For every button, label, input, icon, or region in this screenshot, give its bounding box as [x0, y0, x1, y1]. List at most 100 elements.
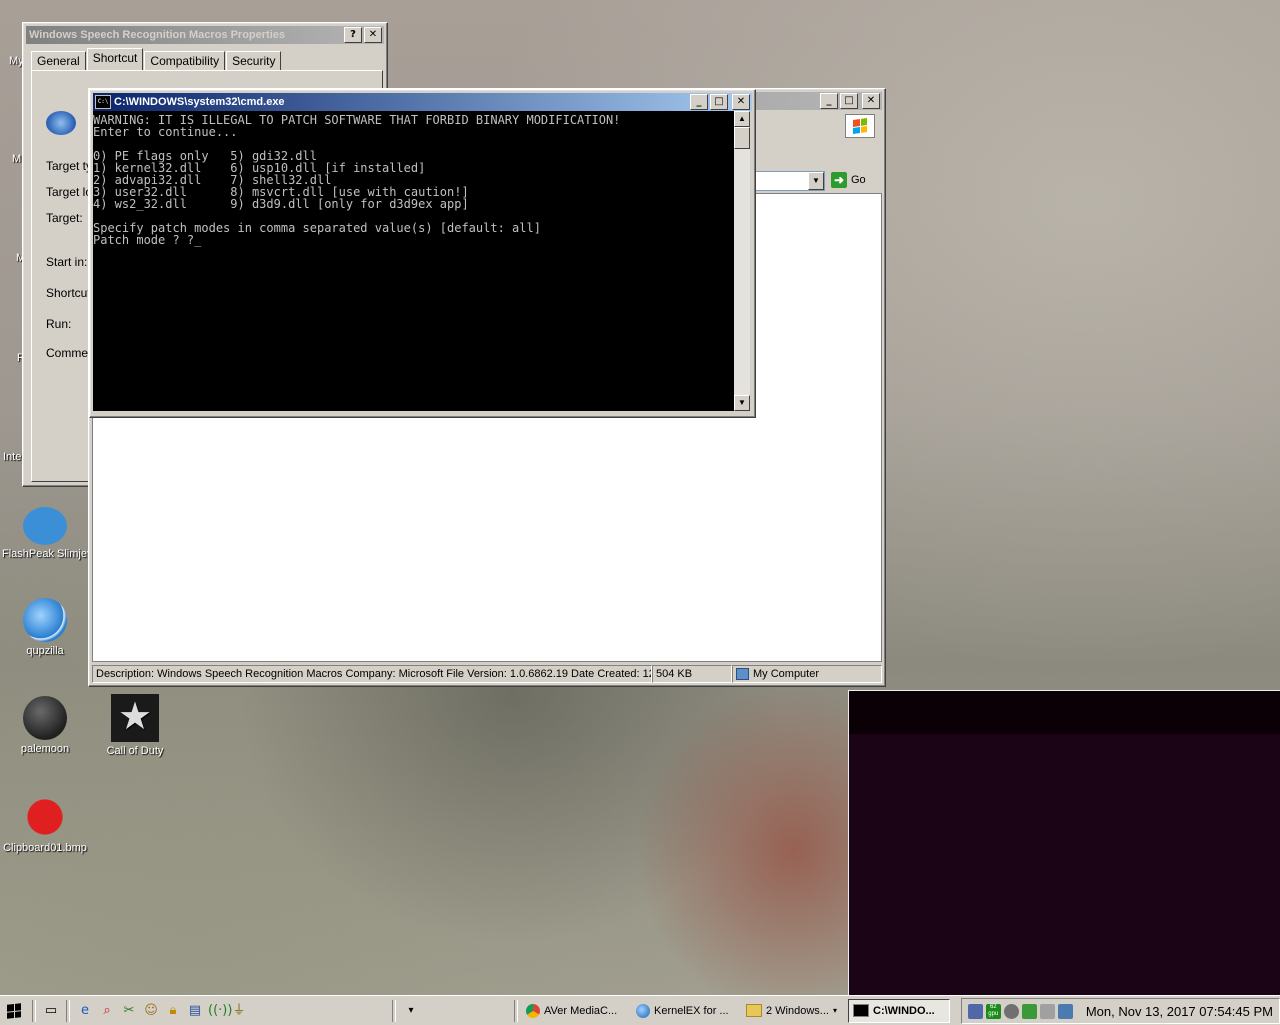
task-windows-group[interactable]: 2 Windows... ▾ — [742, 1000, 846, 1022]
status-zone-label: My Computer — [753, 668, 820, 680]
target-location-label: Target lo — [46, 185, 93, 199]
dark-window-pane[interactable] — [848, 690, 1280, 996]
close-button[interactable]: ✕ — [732, 94, 750, 110]
cmd-icon: C:\ — [95, 95, 111, 109]
help-button[interactable]: ? — [344, 27, 362, 43]
start-in-label: Start in: — [46, 255, 88, 269]
console-prompt[interactable]: Patch mode ? ?_ — [93, 234, 201, 246]
go-arrow-icon: ➜ — [831, 172, 847, 188]
shortcut-key-label: Shortcut — [46, 286, 91, 300]
target-label: Target: — [46, 211, 83, 225]
scroll-up-button[interactable]: ▲ — [734, 111, 750, 127]
status-size: 504 KB — [652, 665, 732, 683]
status-zone: My Computer — [732, 665, 882, 683]
taskbar-separator — [66, 999, 70, 1022]
security-icon[interactable] — [1021, 1003, 1037, 1019]
task-cmd[interactable]: C:\WINDO... — [848, 998, 950, 1023]
desktop-icon-qupzilla[interactable]: qupzilla — [2, 598, 88, 657]
people-icon[interactable]: ☺ — [142, 1002, 160, 1020]
cmd-icon — [853, 1004, 869, 1017]
settings-icon[interactable] — [1003, 1003, 1019, 1019]
scroll-thumb[interactable] — [734, 127, 750, 149]
close-button[interactable]: ✕ — [862, 93, 880, 109]
task-label: AVer MediaC... — [544, 1004, 618, 1017]
windows-logo-icon — [7, 1002, 21, 1019]
clock[interactable]: Mon, Nov 13, 2017 07:54:45 PM — [1086, 1004, 1273, 1019]
properties-tabs: General Shortcut Compatibility Security — [31, 48, 282, 70]
qupzilla-icon — [23, 598, 67, 642]
computer-icon — [736, 668, 749, 680]
maximize-button[interactable]: □ — [710, 94, 728, 110]
minimize-button[interactable]: _ — [820, 93, 838, 109]
lock-icon[interactable]: 🔒︎ — [164, 1002, 182, 1020]
desktop-edge-label-m[interactable]: M — [12, 153, 21, 165]
desktop-icon-label: Clipboard01.bmp — [3, 842, 87, 854]
chevron-down-icon: ▾ — [832, 1006, 837, 1015]
desktop-icon-label: palemoon — [20, 743, 70, 755]
gpu-monitor-icon[interactable]: 62 gpu — [985, 1003, 1001, 1019]
cmd-title: C:\WINDOWS\system32\cmd.exe — [114, 96, 285, 108]
task-label: C:\WINDO... — [873, 1004, 935, 1017]
task-label: 2 Windows... — [766, 1004, 829, 1017]
console-scrollbar[interactable]: ▲ ▼ — [734, 111, 750, 411]
desktop-icon-label: qupzilla — [26, 645, 64, 657]
window-icon[interactable]: ▤ — [186, 1002, 204, 1020]
system-tray: 62 gpu Mon, Nov 13, 2017 07:54:45 PM — [960, 998, 1280, 1024]
folder-icon — [746, 1004, 762, 1017]
speaker-icon[interactable] — [1039, 1003, 1055, 1019]
run-label: Run: — [46, 317, 72, 331]
task-kernelex[interactable]: KernelEX for ... — [632, 1000, 740, 1022]
connection-icon[interactable] — [1057, 1003, 1073, 1019]
console-output[interactable]: WARNING: IT IS ILLEGAL TO PATCH SOFTWARE… — [93, 111, 734, 411]
taskbar-separator — [514, 999, 518, 1022]
status-description: Description: Windows Speech Recognition … — [92, 665, 652, 683]
tab-security[interactable]: Security — [226, 51, 282, 70]
task-label: KernelEX for ... — [654, 1004, 729, 1017]
start-button[interactable] — [0, 999, 28, 1023]
desktop-icon-label: Call of Duty — [106, 745, 164, 757]
close-button[interactable]: ✕ — [364, 27, 382, 43]
usb-icon[interactable]: ⏚ — [230, 1002, 248, 1020]
desktop-icon-flashpeak[interactable]: FlashPeak Slimjet — [2, 507, 91, 560]
console-line: Enter to continue... — [93, 125, 238, 139]
desktop-icon-label: FlashPeak Slimjet — [2, 548, 91, 560]
tab-compatibility[interactable]: Compatibility — [144, 51, 226, 70]
cmd-window: C:\ C:\WINDOWS\system32\cmd.exe _ □ ✕ WA… — [89, 89, 756, 418]
show-desktop-icon[interactable]: ▭ — [42, 1002, 60, 1020]
task-aver-media[interactable]: AVer MediaC... — [522, 1000, 630, 1022]
go-label: Go — [851, 174, 866, 186]
dark-window-header — [849, 691, 1280, 734]
taskbar: ▭ e ⌕ ✂ ☺ 🔒︎ ▤ ((·)) ⏚ ▾ AVer MediaC... … — [0, 995, 1280, 1025]
address-dropdown-button[interactable]: ▼ — [808, 172, 824, 190]
chrome-icon — [526, 1003, 540, 1018]
scissors-icon[interactable]: ✂ — [120, 1002, 138, 1020]
desktop-edge-label-inte[interactable]: Inte — [3, 451, 21, 463]
console-line: 4) ws2_32.dll 9) d3d9.dll [only for d3d9… — [93, 197, 469, 211]
minimize-button[interactable]: _ — [690, 94, 708, 110]
taskbar-separator — [32, 999, 36, 1022]
properties-title: Windows Speech Recognition Macros Proper… — [29, 29, 286, 41]
ie-icon[interactable]: e — [76, 1002, 94, 1020]
scroll-down-button[interactable]: ▼ — [734, 395, 750, 411]
go-button[interactable]: ➜ Go — [831, 172, 866, 188]
maximize-button[interactable]: □ — [840, 93, 858, 109]
status-bar: Description: Windows Speech Recognition … — [92, 665, 882, 683]
windows-flag-icon — [845, 114, 875, 138]
target-type-label: Target ty — [46, 159, 93, 173]
desktop-icon-callofduty[interactable]: ★ Call of Duty — [92, 694, 178, 757]
star-icon: ★ — [111, 694, 159, 742]
tray-overflow-icon[interactable]: ▾ — [402, 1002, 420, 1020]
wireless-icon[interactable]: ((·)) — [208, 1002, 232, 1020]
search-icon[interactable]: ⌕ — [98, 1002, 116, 1020]
desktop-icon-palemoon[interactable]: palemoon — [2, 696, 88, 755]
network-icon[interactable] — [967, 1003, 983, 1019]
tab-general[interactable]: General — [31, 51, 86, 70]
cmd-titlebar[interactable]: C:\ C:\WINDOWS\system32\cmd.exe _ □ ✕ — [93, 93, 752, 111]
tab-shortcut[interactable]: Shortcut — [86, 48, 144, 70]
desktop-icon-clipboard[interactable]: Clipboard01.bmp — [2, 795, 88, 854]
properties-titlebar[interactable]: Windows Speech Recognition Macros Proper… — [26, 26, 384, 44]
palemoon-icon — [23, 696, 67, 740]
globe-icon — [636, 1003, 650, 1018]
taskbar-separator — [392, 999, 396, 1022]
shortcut-app-icon — [46, 111, 76, 135]
